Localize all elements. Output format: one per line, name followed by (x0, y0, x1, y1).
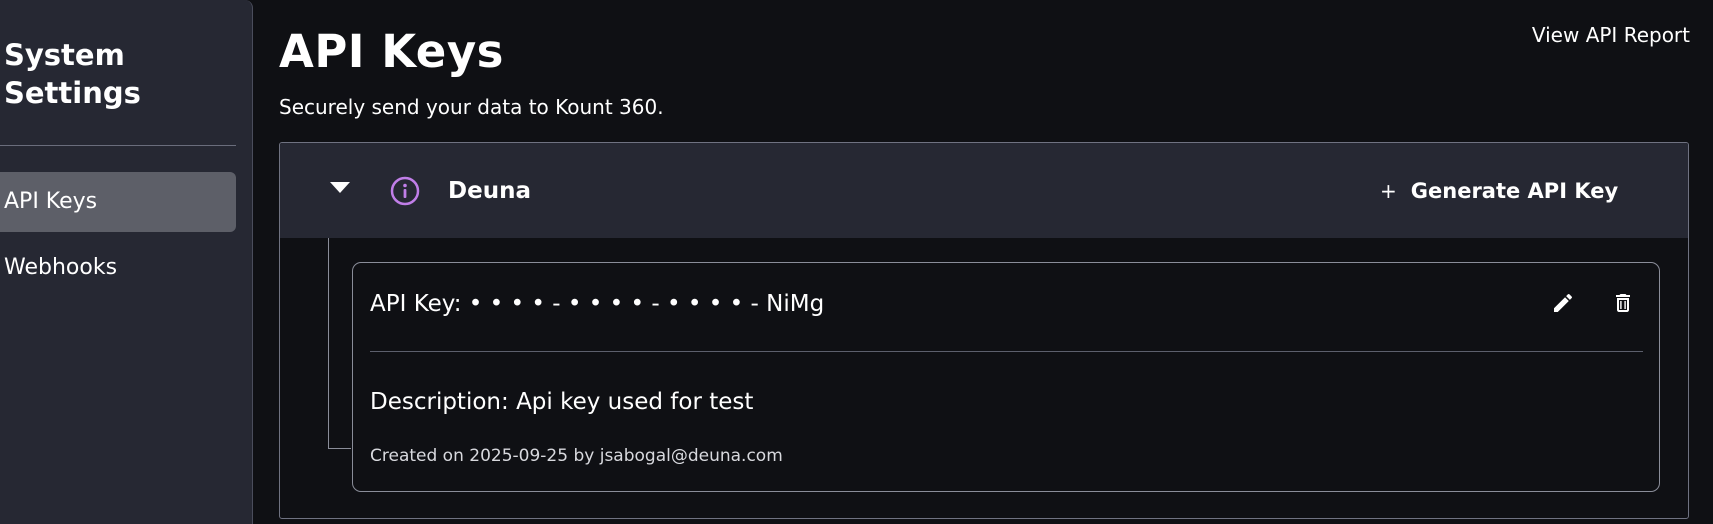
api-key-line: API Key: • • • • - • • • • - • • • • - N… (370, 287, 824, 321)
view-api-report-link[interactable]: View API Report (1532, 22, 1690, 48)
sidebar-item-api-keys[interactable]: API Keys (0, 172, 236, 232)
account-name: Deuna (448, 178, 531, 204)
sidebar-divider (0, 145, 236, 146)
account-panel-header: Deuna + Generate API Key (280, 143, 1688, 238)
sidebar-title: System Settings (4, 38, 141, 110)
generate-api-key-button[interactable]: + Generate API Key (1380, 171, 1618, 211)
api-key-card: API Key: • • • • - • • • • - • • • • - N… (352, 262, 1660, 492)
description-line: Description: Api key used for test (370, 385, 753, 419)
info-circle-icon (390, 176, 420, 206)
collapse-caret-icon[interactable] (330, 182, 350, 193)
sidebar: System Settings API Keys Webhooks (0, 0, 253, 524)
edit-pencil-icon[interactable] (1551, 291, 1575, 315)
sidebar-item-webhooks[interactable]: Webhooks (0, 238, 236, 298)
generate-api-key-label: Generate API Key (1410, 179, 1619, 203)
plus-icon: + (1380, 179, 1397, 203)
api-key-masked-value: • • • • - • • • • - • • • • - NiMg (468, 291, 825, 317)
tree-connector (328, 238, 351, 449)
created-info: Created on 2025-09-25 by jsabogal@deuna.… (370, 446, 783, 466)
page-title: API Keys (279, 25, 504, 78)
page-subtitle: Securely send your data to Kount 360. (279, 95, 664, 119)
description-label: Description: (370, 389, 509, 415)
account-panel: Deuna + Generate API Key API Key: • • • … (279, 142, 1689, 519)
api-key-label: API Key: (370, 291, 462, 317)
delete-trash-icon[interactable] (1611, 291, 1635, 315)
card-divider (370, 351, 1643, 352)
description-value: Api key used for test (516, 389, 754, 415)
